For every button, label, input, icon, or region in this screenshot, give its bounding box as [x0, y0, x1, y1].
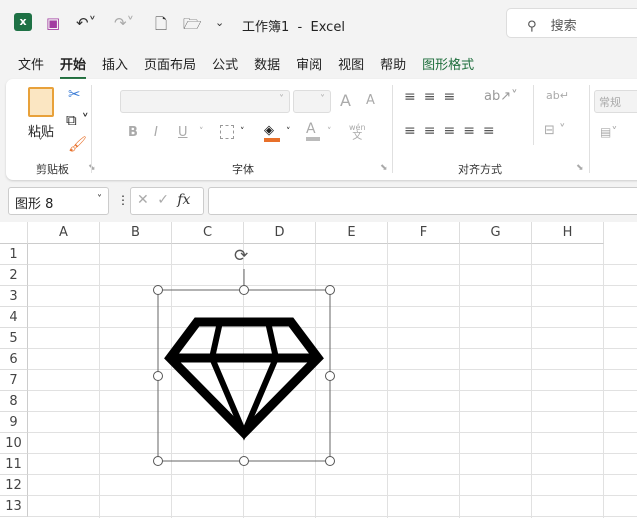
column-header-H[interactable]: H: [532, 222, 604, 244]
row-header-12[interactable]: 12: [0, 475, 28, 496]
resize-handle[interactable]: [153, 285, 163, 295]
alignment-group-label: 对齐方式: [458, 163, 502, 176]
tab-file[interactable]: 文件: [18, 54, 44, 79]
borders-dropdown-icon[interactable]: ˅: [240, 127, 245, 137]
accounting-format-icon[interactable]: ▤˅: [600, 125, 617, 139]
excel-logo-icon: x: [14, 13, 32, 31]
resize-handle[interactable]: [325, 371, 335, 381]
ribbon: 粘贴 ˅ ✂ ⧉ ˅ 🖌 剪贴板 ⬊ ˅ ˅ A A B I U ˅ ˅ ◈ ˅…: [6, 79, 637, 180]
formula-bar-more-icon[interactable]: ⋮: [117, 193, 129, 207]
font-name-dropdown[interactable]: ˅: [120, 90, 290, 113]
alignment-launcher-icon[interactable]: ⬊: [576, 163, 584, 173]
resize-handle[interactable]: [239, 285, 249, 295]
gridline: [28, 474, 637, 475]
open-folder-icon[interactable]: 🗁: [183, 14, 202, 39]
formula-buttons: ✕ ✓ fx: [130, 187, 204, 215]
row-header-3[interactable]: 3: [0, 286, 28, 307]
row-header-7[interactable]: 7: [0, 370, 28, 391]
merge-center-icon[interactable]: ⊟ ˅: [544, 123, 566, 138]
tab-help[interactable]: 帮助: [380, 54, 406, 79]
tab-review[interactable]: 审阅: [296, 54, 322, 79]
column-header-C[interactable]: C: [172, 222, 244, 244]
shrink-font-button[interactable]: A: [366, 93, 375, 108]
gridline: [28, 495, 637, 496]
insert-function-button[interactable]: fx: [177, 192, 190, 208]
align-left-icon[interactable]: ≡≡≡≡≡: [404, 123, 503, 139]
row-header-10[interactable]: 10: [0, 433, 28, 454]
fill-color-dropdown-icon[interactable]: ˅: [286, 127, 291, 137]
row-header-5[interactable]: 5: [0, 328, 28, 349]
row-header-1[interactable]: 1: [0, 244, 28, 265]
name-box[interactable]: 图形 8 ˅: [8, 187, 109, 215]
column-header-G[interactable]: G: [460, 222, 532, 244]
row-header-2[interactable]: 2: [0, 265, 28, 286]
select-all-corner[interactable]: [0, 222, 28, 244]
paste-icon[interactable]: [28, 87, 54, 117]
bold-button[interactable]: B: [128, 125, 138, 140]
row-header-13[interactable]: 13: [0, 496, 28, 517]
resize-handle[interactable]: [153, 456, 163, 466]
resize-handle[interactable]: [239, 456, 249, 466]
row-header-8[interactable]: 8: [0, 391, 28, 412]
orientation-icon[interactable]: ab↗˅: [484, 89, 518, 104]
clipboard-group-label: 剪贴板: [36, 163, 69, 176]
cancel-icon[interactable]: ✕: [137, 192, 149, 208]
font-group-label: 字体: [232, 163, 254, 176]
tab-page-layout[interactable]: 页面布局: [144, 54, 196, 79]
row-header-11[interactable]: 11: [0, 454, 28, 475]
phonetic-guide-icon[interactable]: wén 文: [349, 123, 366, 142]
font-color-icon[interactable]: A: [306, 121, 320, 141]
save-icon[interactable]: ▣: [46, 14, 60, 32]
underline-dropdown-icon[interactable]: ˅: [199, 127, 204, 137]
tab-shape-format[interactable]: 图形格式: [422, 54, 474, 79]
align-top-icon[interactable]: ≡≡≡: [404, 89, 463, 105]
resize-handle[interactable]: [325, 285, 335, 295]
grow-font-button[interactable]: A: [340, 91, 351, 110]
wrap-text-icon[interactable]: ab↵: [546, 89, 569, 102]
gridline: [28, 516, 637, 517]
ribbon-tabs: 文件 开始 插入 页面布局 公式 数据 审阅 视图 帮助 图形格式: [18, 54, 490, 79]
row-header-9[interactable]: 9: [0, 412, 28, 433]
tab-view[interactable]: 视图: [338, 54, 364, 79]
tab-home[interactable]: 开始: [60, 54, 87, 79]
number-format-dropdown[interactable]: 常规: [594, 90, 637, 113]
font-launcher-icon[interactable]: ⬊: [380, 163, 388, 173]
tab-formulas[interactable]: 公式: [212, 54, 238, 79]
resize-handle[interactable]: [153, 371, 163, 381]
tab-data[interactable]: 数据: [254, 54, 280, 79]
column-header-B[interactable]: B: [100, 222, 172, 244]
copy-icon[interactable]: ⧉ ˅: [66, 111, 89, 129]
formula-input[interactable]: [208, 187, 637, 215]
column-header-A[interactable]: A: [28, 222, 100, 244]
cut-icon[interactable]: ✂: [68, 85, 81, 103]
paste-dropdown-icon[interactable]: ˅: [38, 137, 43, 148]
redo-icon[interactable]: ↷˅: [114, 14, 134, 32]
rotation-handle-icon[interactable]: ⟳: [234, 246, 248, 266]
enter-icon[interactable]: ✓: [157, 192, 169, 208]
tab-insert[interactable]: 插入: [102, 54, 128, 79]
window-title: 工作簿1 - Excel: [242, 20, 345, 35]
diamond-shape[interactable]: [150, 245, 340, 470]
resize-handle[interactable]: [325, 456, 335, 466]
fill-color-icon[interactable]: ◈: [264, 123, 280, 142]
font-size-dropdown[interactable]: ˅: [293, 90, 331, 113]
italic-button[interactable]: I: [154, 125, 158, 140]
undo-icon[interactable]: ↶˅: [76, 14, 96, 32]
column-header-E[interactable]: E: [316, 222, 388, 244]
row-header-6[interactable]: 6: [0, 349, 28, 370]
column-header-D[interactable]: D: [244, 222, 316, 244]
customize-toolbar-icon[interactable]: ⌄: [215, 16, 224, 29]
row-header-4[interactable]: 4: [0, 307, 28, 328]
borders-icon[interactable]: [220, 125, 234, 139]
new-file-icon[interactable]: 🗋: [155, 14, 167, 39]
font-color-dropdown-icon[interactable]: ˅: [327, 127, 332, 137]
search-icon: ⚲: [527, 19, 541, 34]
column-header-F[interactable]: F: [388, 222, 460, 244]
diamond-icon: [164, 317, 324, 441]
format-painter-icon[interactable]: 🖌: [68, 135, 87, 153]
underline-button[interactable]: U: [178, 125, 188, 140]
search-box[interactable]: ⚲ 搜索: [506, 8, 637, 38]
